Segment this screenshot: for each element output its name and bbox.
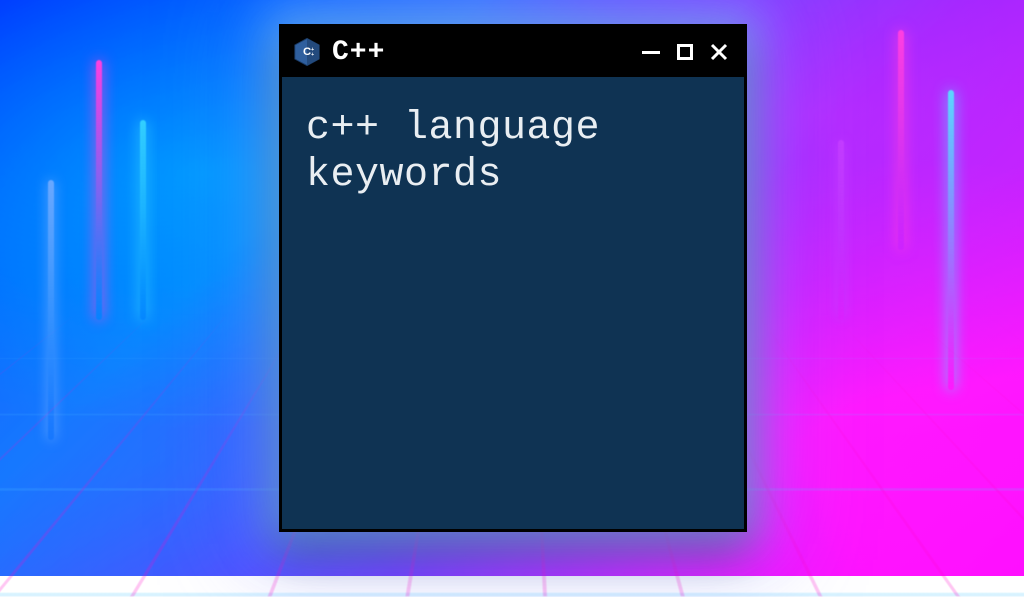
maximize-button[interactable]	[672, 39, 698, 65]
minimize-button[interactable]	[638, 39, 664, 65]
titlebar[interactable]: C + + C++	[282, 27, 744, 77]
neon-bar	[898, 30, 904, 250]
neon-bar	[48, 180, 54, 440]
window-controls	[638, 39, 732, 65]
neon-bar	[948, 90, 954, 390]
neon-bar	[140, 120, 146, 320]
svg-text:C: C	[303, 46, 311, 58]
svg-text:+: +	[311, 52, 314, 58]
cpp-logo-icon: C + +	[292, 37, 322, 67]
neon-bar	[96, 60, 102, 320]
close-icon	[709, 42, 729, 62]
neon-bar	[838, 140, 844, 320]
minimize-icon	[642, 51, 660, 54]
maximize-icon	[677, 44, 693, 60]
window-title: C++	[332, 37, 628, 68]
terminal-content: c++ language keywords	[282, 77, 744, 227]
close-button[interactable]	[706, 39, 732, 65]
terminal-window: C + + C++ c++ language keywords	[279, 24, 747, 532]
